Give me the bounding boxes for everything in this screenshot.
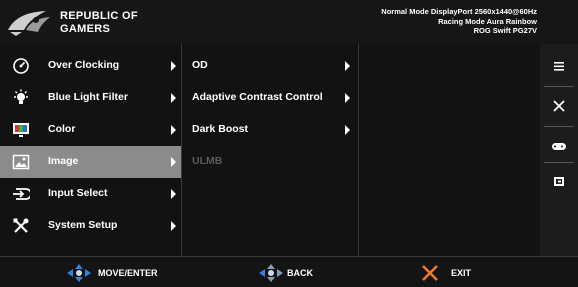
- input-icon: [13, 188, 30, 200]
- divider: [544, 126, 574, 127]
- move-enter-label: MOVE/ENTER: [98, 268, 158, 278]
- move-enter-hint: MOVE/ENTER: [67, 264, 167, 282]
- status-racing-aura: Racing Mode Aura Rainbow: [438, 16, 537, 26]
- menu-item-input-select[interactable]: Input Select: [0, 178, 181, 210]
- menu-item-label: Color: [48, 123, 76, 135]
- chevron-right-icon: [345, 61, 350, 71]
- exit-label: EXIT: [451, 268, 472, 278]
- image-icon: [12, 154, 30, 170]
- gamepad-key[interactable]: [540, 128, 578, 164]
- menu-item-blue-light-filter[interactable]: Blue Light Filter: [0, 82, 181, 114]
- chevron-right-icon: [171, 61, 176, 71]
- rog-logo-icon: [8, 11, 50, 36]
- menu-item-label: System Setup: [48, 219, 118, 231]
- detail-panel: [359, 44, 539, 256]
- joystick-left-icon: [259, 264, 283, 282]
- brand-name: REPUBLIC OF GAMERS: [60, 10, 138, 36]
- menu-item-system-setup[interactable]: System Setup: [0, 210, 181, 242]
- brand-line-1: REPUBLIC OF: [60, 10, 138, 22]
- menu-item-over-clocking[interactable]: Over Clocking: [0, 50, 181, 82]
- menu-item-image[interactable]: Image: [0, 146, 181, 178]
- chevron-right-icon: [171, 125, 176, 135]
- exit-x-icon: [422, 265, 438, 281]
- exit-hint: EXIT: [421, 264, 481, 282]
- header: REPUBLIC OF GAMERS Normal Mode DisplayPo…: [0, 0, 578, 44]
- menu-item-label: Input Select: [48, 187, 108, 199]
- main-menu: Over Clocking Blue Light Filter Color Im…: [0, 44, 181, 256]
- submenu-item-od[interactable]: OD: [182, 50, 358, 82]
- gamepad-icon: [552, 143, 566, 150]
- gameplus-key[interactable]: [540, 164, 578, 200]
- back-label: BACK: [287, 268, 313, 278]
- menu-key[interactable]: [540, 48, 578, 84]
- status-mode-input: Normal Mode DisplayPort 2560x1440@60Hz: [381, 7, 537, 16]
- chevron-right-icon: [171, 189, 176, 199]
- menu-item-label: Blue Light Filter: [48, 91, 128, 103]
- submenu-item-label: Adaptive Contrast Control: [192, 91, 323, 103]
- submenu-item-label: ULMB: [192, 155, 223, 167]
- chevron-right-icon: [345, 125, 350, 135]
- submenu-item-adaptive-contrast-control[interactable]: Adaptive Contrast Control: [182, 82, 358, 114]
- menu-item-label: Over Clocking: [48, 59, 120, 71]
- tools-icon: [13, 218, 29, 233]
- chevron-right-icon: [171, 93, 176, 103]
- footer: MOVE/ENTER BACK EXIT: [0, 256, 578, 287]
- submenu-item-ulmb: ULMB: [182, 146, 358, 178]
- chevron-right-icon: [345, 93, 350, 103]
- close-icon: [553, 100, 565, 112]
- bulb-icon: [14, 89, 28, 104]
- menu-icon: [554, 62, 564, 71]
- menu-item-color[interactable]: Color: [0, 114, 181, 146]
- submenu-item-dark-boost[interactable]: Dark Boost: [182, 114, 358, 146]
- close-key[interactable]: [540, 88, 578, 124]
- key-bar: [540, 44, 578, 256]
- status-info: Normal Mode DisplayPort 2560x1440@60Hz R…: [381, 7, 537, 36]
- sub-menu: OD Adaptive Contrast Control Dark Boost …: [182, 44, 358, 256]
- gameplus-icon: [554, 177, 564, 186]
- submenu-item-label: OD: [192, 59, 208, 71]
- chevron-right-icon: [171, 157, 176, 167]
- brand-line-2: GAMERS: [60, 23, 111, 35]
- menu-item-label: Image: [48, 155, 79, 167]
- divider: [544, 162, 574, 163]
- divider: [544, 86, 574, 87]
- chevron-right-icon: [171, 221, 176, 231]
- back-hint: BACK: [259, 264, 329, 282]
- submenu-item-label: Dark Boost: [192, 123, 249, 135]
- color-monitor-icon: [13, 123, 29, 137]
- five-way-joystick-icon: [67, 264, 91, 282]
- speedometer-icon: [13, 58, 29, 74]
- status-model: ROG Swift PG27V: [473, 26, 537, 35]
- osd-window: REPUBLIC OF GAMERS Normal Mode DisplayPo…: [0, 0, 578, 287]
